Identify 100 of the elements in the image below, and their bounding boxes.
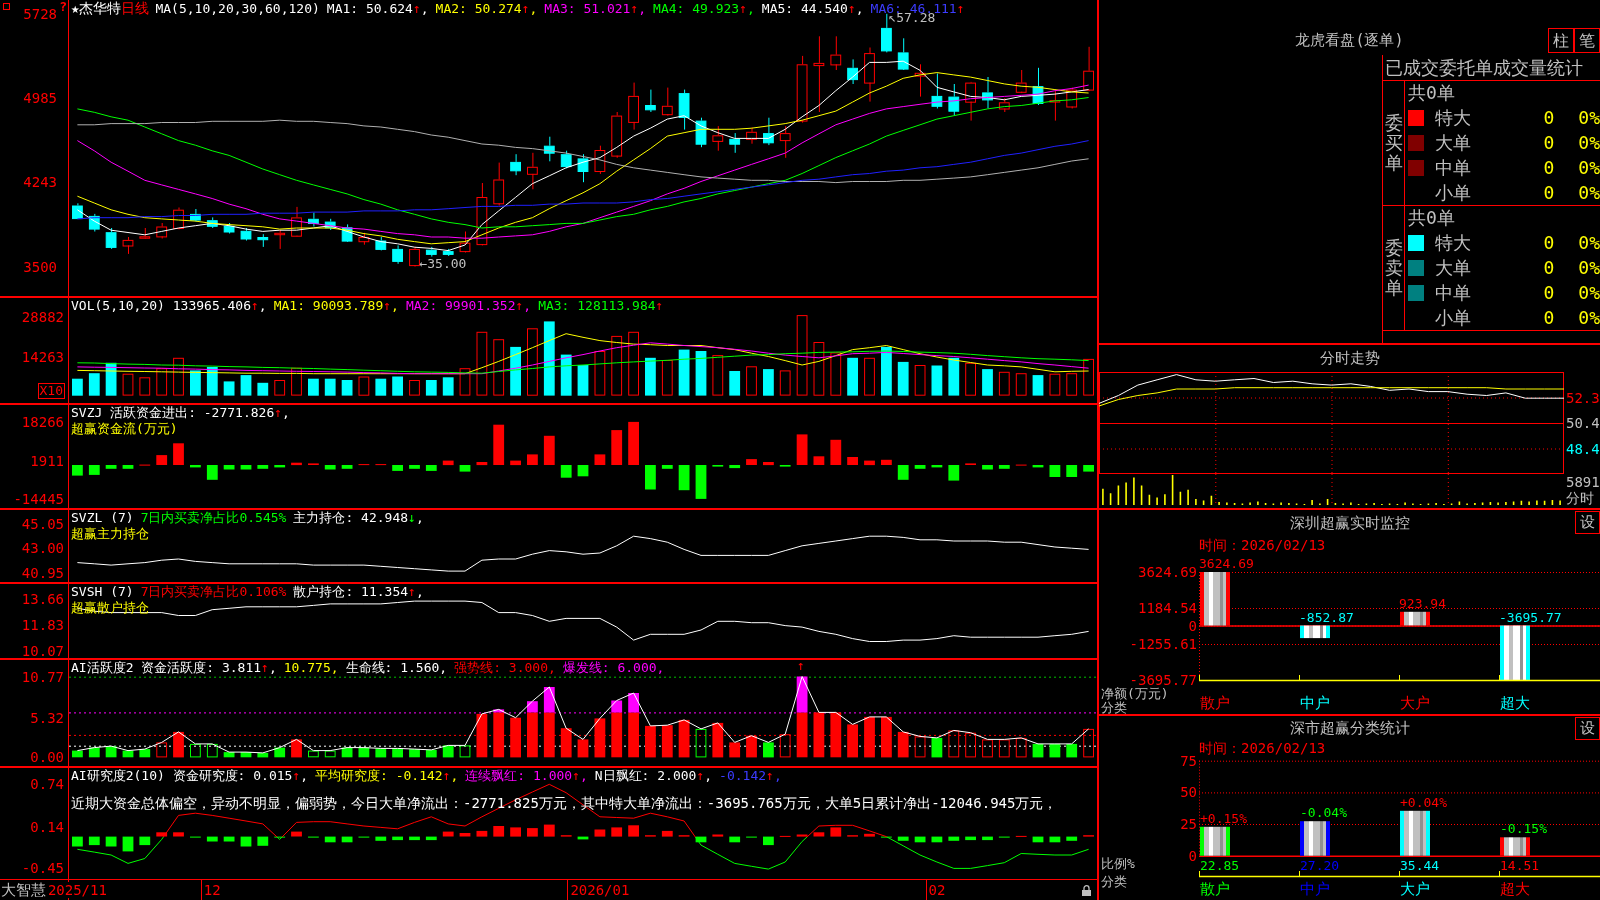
chart-bar	[72, 378, 83, 396]
chart-bar	[695, 836, 707, 843]
chart-bar	[274, 380, 286, 396]
chart-bar	[409, 465, 420, 469]
category-label: 中户	[1300, 695, 1330, 712]
candle	[678, 89, 690, 131]
view-toggle-button[interactable]: 柱	[1548, 28, 1574, 53]
chart-bar	[746, 459, 757, 465]
candle	[105, 227, 117, 250]
chart-bar	[712, 722, 724, 758]
candle	[763, 117, 774, 146]
category-label: 散户	[1200, 695, 1230, 712]
chart-bar	[796, 676, 808, 713]
chart-bar	[1066, 465, 1078, 477]
chart-bar	[763, 369, 774, 396]
chart-bar	[257, 465, 269, 469]
chart-bar	[1066, 743, 1078, 758]
chart-bar	[830, 712, 842, 758]
chart-bar	[628, 421, 639, 465]
data-label: 14.51	[1500, 858, 1540, 873]
candle	[965, 81, 976, 122]
chart-bar	[72, 750, 83, 758]
candle	[156, 222, 168, 239]
candle	[190, 208, 201, 223]
max-volume-label: 5891	[1566, 475, 1600, 490]
chart-bar	[661, 360, 673, 396]
chart-bar	[190, 370, 201, 396]
chart-bar	[223, 465, 235, 470]
chart-bar	[763, 462, 774, 466]
candle	[72, 202, 83, 220]
chart-bar	[493, 424, 505, 465]
order-count: 0	[1543, 231, 1555, 253]
chart-bar	[931, 737, 943, 758]
chart-bar	[240, 465, 252, 470]
chart-bar	[476, 713, 488, 758]
candle	[139, 227, 151, 239]
data-label: 923.94	[1399, 595, 1446, 611]
chart-bar	[611, 827, 623, 837]
chart-bar	[577, 465, 589, 477]
trend-arrow: ↑,	[572, 768, 588, 784]
chart-bar	[982, 369, 993, 396]
chart-bar	[341, 836, 353, 843]
chart-bar	[1015, 373, 1027, 396]
chart-bar	[442, 377, 454, 396]
help-mark[interactable]: ?	[59, 0, 67, 14]
axis-tick-label: 50.4	[1566, 415, 1600, 431]
change-label: -0.04%	[1300, 805, 1347, 821]
order-count: 0	[1543, 181, 1555, 203]
chart-bar	[257, 752, 269, 758]
change-label: +0.04%	[1400, 794, 1447, 810]
axis-tick-label: 75	[1180, 752, 1197, 769]
candle	[948, 83, 960, 117]
candle	[611, 111, 623, 159]
chart-bar	[72, 465, 83, 476]
period-label[interactable]: 日线	[121, 0, 150, 16]
chart-bar	[779, 734, 791, 758]
candle	[746, 127, 757, 145]
data-label: -852.87	[1299, 609, 1354, 625]
candle	[173, 207, 184, 230]
order-count: 0	[1543, 131, 1555, 153]
chart-bar	[493, 826, 505, 837]
chart-bar	[1300, 821, 1330, 856]
chart-bar	[1049, 743, 1061, 758]
timestamp: 时间：2026/02/13	[1199, 740, 1326, 756]
chart-bar	[763, 742, 774, 758]
chart-bar	[729, 371, 741, 396]
chart-bar	[291, 462, 302, 466]
candle	[1049, 90, 1061, 122]
trend-arrow: ↑,	[261, 660, 277, 676]
chart-bar	[543, 824, 555, 837]
legend-entry: MA3: 128113.984	[538, 298, 656, 314]
chart-bar	[847, 457, 858, 465]
chart-bar	[341, 380, 353, 396]
chart-bar	[594, 351, 606, 396]
chart-bar	[425, 380, 437, 396]
candle	[257, 233, 269, 248]
lock-icon[interactable]	[1082, 885, 1091, 896]
chart-bar	[1400, 611, 1430, 626]
data-label: 3624.69	[1199, 556, 1254, 571]
brand-logo-text: 大智慧	[1, 880, 46, 900]
candle	[425, 246, 437, 258]
chart-bar	[308, 378, 319, 396]
axis-tick-label: 0.14	[30, 818, 64, 835]
settings-button[interactable]: 设	[1575, 716, 1600, 740]
chart-bar	[190, 743, 201, 758]
chart-bar	[139, 377, 151, 396]
view-toggle-button[interactable]: 笔	[1574, 28, 1600, 53]
order-share: 0%	[1578, 106, 1600, 128]
chart-bar	[476, 331, 488, 396]
chart-bar	[425, 465, 437, 471]
chart-bar	[105, 746, 117, 758]
trend-arrow: ↑,	[412, 1, 429, 17]
candle	[358, 232, 370, 246]
chart-bar	[948, 465, 960, 481]
chart-bar	[897, 361, 909, 396]
chart-bar	[914, 365, 926, 396]
chart-bar	[1400, 810, 1430, 856]
settings-button[interactable]: 设	[1575, 511, 1600, 534]
chart-bar	[274, 747, 286, 758]
chart-bar	[729, 836, 741, 843]
